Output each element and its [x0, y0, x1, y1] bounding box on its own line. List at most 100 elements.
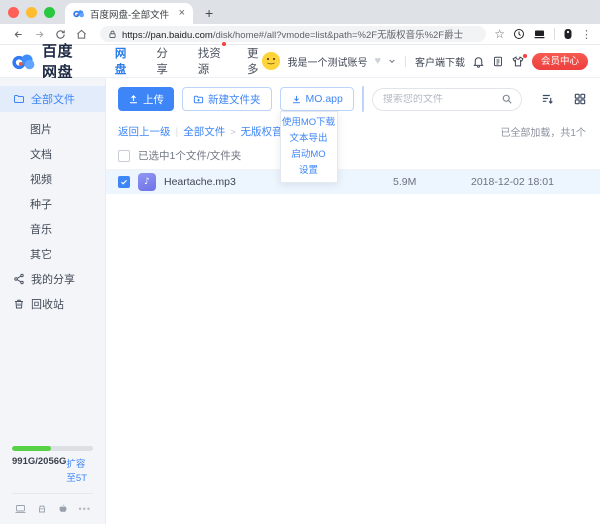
window-zoom-button[interactable]: [44, 7, 55, 18]
folder-icon: [13, 93, 25, 105]
nav-tab-more[interactable]: 更多: [247, 45, 262, 77]
user-name[interactable]: 我是一个测试账号: [287, 54, 367, 69]
upload-label: 上传: [143, 92, 164, 107]
sidebar-item-recycle-bin[interactable]: 回收站: [0, 291, 105, 316]
forward-icon[interactable]: [34, 29, 45, 40]
file-toolbar: 上传 新建文件夹 MO.app 使用MO下载 文本导出 启动MO: [106, 78, 600, 118]
sidebar-item-music[interactable]: 音乐: [0, 216, 105, 241]
task-list-icon[interactable]: [492, 55, 504, 68]
notification-dot: [222, 42, 226, 46]
bookmark-star-icon[interactable]: ☆: [494, 27, 505, 41]
nav-tab-netdisk[interactable]: 网盘: [115, 45, 130, 77]
bell-icon[interactable]: [472, 55, 485, 68]
browser-tab-strip: 百度网盘-全部文件 × +: [0, 0, 600, 24]
window-controls: [8, 0, 55, 24]
apple-icon[interactable]: [57, 502, 69, 515]
android-icon[interactable]: [36, 503, 48, 515]
browser-tab[interactable]: 百度网盘-全部文件 ×: [65, 3, 193, 24]
sidebar-item-label: 回收站: [31, 296, 64, 312]
storage-progress-bar: [12, 446, 93, 451]
browser-url-bar: https://pan.baidu.com/disk/home#/all?vmo…: [0, 24, 600, 45]
brand[interactable]: 百度网盘: [12, 40, 87, 82]
baidu-netdisk-favicon-icon: [73, 9, 85, 18]
breadcrumb: 返回上一级 | 全部文件 > 无版权音乐 > 爵士 已全部加载，共1个: [106, 118, 600, 142]
music-note-glyph: ♪: [144, 178, 150, 187]
breadcrumb-back-link[interactable]: 返回上一级: [118, 124, 171, 139]
mo-app-label: MO.app: [306, 93, 343, 105]
sidebar-item-pictures[interactable]: 图片: [0, 116, 105, 141]
file-name[interactable]: Heartache.mp3: [164, 176, 393, 188]
main-panel: 上传 新建文件夹 MO.app 使用MO下载 文本导出 启动MO: [106, 78, 600, 524]
header-divider: [405, 56, 406, 67]
sidebar-item-others[interactable]: 其它: [0, 241, 105, 266]
share-nodes-icon: [13, 273, 25, 285]
vip-center-button[interactable]: 会员中心: [532, 53, 588, 70]
selection-header: 已选中1个文件/文件夹: [106, 142, 600, 170]
theme-shirt-icon[interactable]: [511, 55, 525, 68]
address-bar[interactable]: https://pan.baidu.com/disk/home#/all?vmo…: [100, 26, 486, 42]
app-body: 全部文件 图片 文档 视频 种子 音乐 其它 我的分享 回收站 991G/205…: [0, 78, 600, 524]
storage-panel: 991G/2056G 扩容至5T •••: [0, 446, 105, 524]
vip-badge-icon: ♥: [374, 56, 381, 67]
file-size: 5.9M: [393, 176, 471, 188]
url-text: https://pan.baidu.com/disk/home#/all?vmo…: [122, 27, 463, 41]
window-close-button[interactable]: [8, 7, 19, 18]
client-download-link[interactable]: 客户端下载: [415, 54, 465, 69]
home-icon[interactable]: [76, 29, 87, 40]
nav-tab-find-resources-label: 找资源: [198, 48, 221, 76]
upload-button[interactable]: 上传: [118, 87, 174, 111]
menu-item-launch-mo[interactable]: 启动MO: [281, 147, 337, 163]
back-icon[interactable]: [13, 29, 24, 40]
menu-item-text-export[interactable]: 文本导出: [281, 131, 337, 147]
desktop-client-icon[interactable]: [14, 503, 27, 515]
share-more-group: 分享 ••• 更多: [362, 86, 364, 112]
sidebar: 全部文件 图片 文档 视频 种子 音乐 其它 我的分享 回收站 991G/205…: [0, 78, 106, 524]
browser-menu-icon[interactable]: ⋮: [581, 28, 592, 41]
window-minimize-button[interactable]: [26, 7, 37, 18]
chevron-down-icon[interactable]: [388, 57, 396, 65]
history-clock-icon[interactable]: [513, 28, 525, 40]
sidebar-item-torrents[interactable]: 种子: [0, 191, 105, 216]
new-tab-button[interactable]: +: [205, 5, 213, 21]
header-user-area: 我是一个测试账号 ♥ 客户端下载 会员中心: [262, 52, 588, 70]
main-nav: 网盘 分享 找资源 更多: [115, 45, 263, 77]
baidu-netdisk-logo-icon: [12, 53, 36, 70]
url-path: /disk/home#/all?vmode=list&path=%2F无版权音乐…: [213, 30, 463, 41]
row-checkbox[interactable]: [118, 176, 130, 188]
user-avatar[interactable]: [262, 52, 280, 70]
theme-notification-dot: [523, 54, 527, 58]
sidebar-item-label: 全部文件: [31, 91, 75, 107]
select-all-checkbox[interactable]: [118, 150, 130, 162]
sidebar-item-all-files[interactable]: 全部文件: [0, 86, 105, 112]
tab-close-icon[interactable]: ×: [179, 8, 185, 19]
mo-app-button[interactable]: MO.app: [280, 87, 354, 111]
nav-tab-share[interactable]: 分享: [156, 45, 171, 77]
search-icon[interactable]: [501, 93, 513, 105]
menu-item-download-with-mo[interactable]: 使用MO下载: [281, 115, 337, 131]
new-folder-button[interactable]: 新建文件夹: [182, 87, 272, 111]
file-row[interactable]: ♪ Heartache.mp3 5.9M 2018-12-02 18:01: [106, 170, 600, 194]
new-folder-label: 新建文件夹: [208, 92, 261, 107]
share-button[interactable]: 分享: [363, 87, 364, 111]
search-input[interactable]: [383, 94, 501, 105]
reload-icon[interactable]: [55, 29, 66, 40]
load-status: 已全部加载，共1个: [500, 124, 586, 139]
menu-item-settings[interactable]: 设置: [281, 163, 337, 179]
extension-icon[interactable]: [563, 28, 573, 40]
monitor-extension-icon[interactable]: [533, 28, 546, 40]
storage-upgrade-link[interactable]: 扩容至5T: [66, 456, 93, 484]
sidebar-item-documents[interactable]: 文档: [0, 141, 105, 166]
nav-tab-find-resources[interactable]: 找资源: [198, 45, 221, 77]
sort-icon[interactable]: [540, 92, 555, 106]
breadcrumb-all-files[interactable]: 全部文件: [183, 124, 225, 139]
sidebar-item-videos[interactable]: 视频: [0, 166, 105, 191]
grid-view-icon[interactable]: [573, 92, 587, 106]
dock-more-icon[interactable]: •••: [79, 504, 91, 514]
storage-progress-fill: [12, 446, 51, 451]
tab-title: 百度网盘-全部文件: [90, 7, 174, 21]
toolbar-divider: [554, 28, 555, 40]
file-modified-date: 2018-12-02 18:01: [471, 176, 586, 188]
sidebar-item-my-shares[interactable]: 我的分享: [0, 266, 105, 291]
search-box[interactable]: [372, 88, 522, 111]
trash-icon: [13, 298, 25, 310]
